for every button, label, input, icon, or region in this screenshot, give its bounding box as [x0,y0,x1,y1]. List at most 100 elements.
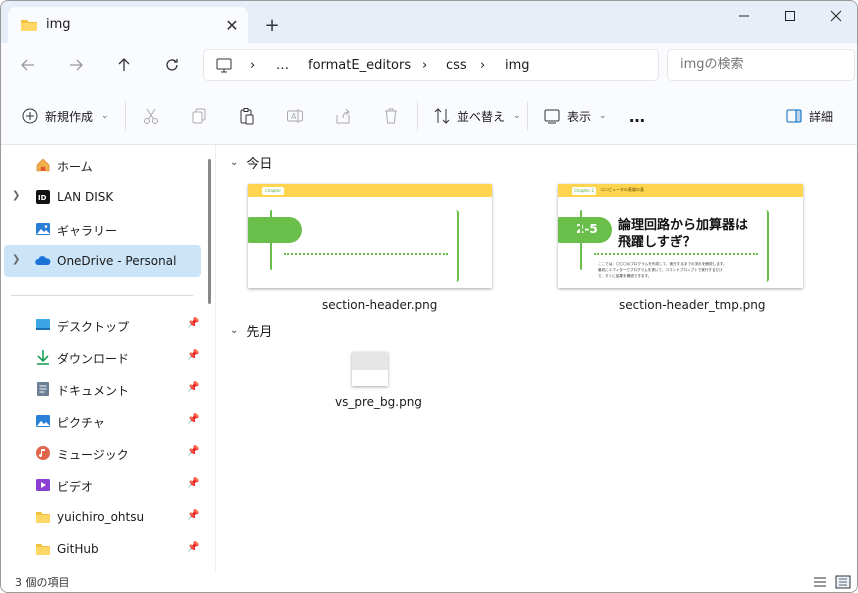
sidebar-item-github[interactable]: GitHub 📌 [4,533,201,565]
sidebar-item-documents[interactable]: ドキュメント 📌 [4,373,201,405]
more-options-button[interactable]: … [629,101,645,131]
sidebar-item-label: GitHub [57,542,99,556]
cut-button[interactable] [142,101,160,131]
pin-icon[interactable]: 📌 [187,446,199,457]
sidebar-item-videos[interactable]: ビデオ 📌 [4,469,201,501]
sidebar-item-label: デスクトップ [57,320,130,334]
share-button[interactable] [334,101,352,131]
breadcrumb-separator: › [250,58,256,73]
thumb-dotted-line [284,253,448,255]
thumb-number-pill [248,217,302,243]
sidebar-item-yuichiro-ohtsu[interactable]: yuichiro_ohtsu 📌 [4,501,201,533]
sidebar-item-gallery[interactable]: ギャラリー [4,213,201,245]
copy-icon [192,108,206,124]
onedrive-icon [35,256,51,265]
sidebar-item-music[interactable]: ミュージック 📌 [4,437,201,469]
sidebar-item-pictures[interactable]: ピクチャ 📌 [4,405,201,437]
sidebar-item-home[interactable]: ホーム [4,149,201,181]
explorer-window: img ✕ + › … formatE_editors › css › img … [0,0,858,593]
pin-icon[interactable]: 📌 [187,478,199,489]
thumb-body-line3: で、すぐに結果を確認できます。 [598,274,652,278]
search-box[interactable] [667,49,855,81]
copy-button[interactable] [190,101,208,131]
search-input[interactable] [680,57,840,72]
up-button[interactable] [109,51,139,79]
command-bar: 新規作成 ⌄ A 並べ替え ⌄ 表示 ⌄ … 詳細 [1,87,857,145]
breadcrumb-css[interactable]: css [446,58,467,73]
share-icon [336,108,350,124]
sidebar-item-downloads[interactable]: ダウンロード 📌 [4,341,201,373]
thumbnail-view-icon[interactable] [835,575,851,589]
sort-icon [434,108,450,124]
minimize-button[interactable] [721,1,767,31]
refresh-button[interactable] [157,51,187,79]
file-list: ⌄ 今日 Chapter section-header.png Chapter … [215,145,857,571]
sidebar-item-desktop[interactable]: デスクトップ 📌 [4,309,201,341]
chevron-right-icon[interactable]: ❯ [12,254,20,265]
thumb-chapter-sub: コンピュータの基礎の基 [600,187,644,192]
file-name: section-header.png [322,298,438,312]
thumb-left-bracket [580,210,584,270]
group-label: 先月 [246,325,273,340]
pin-icon[interactable]: 📌 [187,382,199,393]
pin-icon[interactable]: 📌 [187,318,199,329]
pin-icon[interactable]: 📌 [187,542,199,553]
thumb-heading-line2: 飛躍しすぎ？ [618,235,696,250]
pictures-icon [36,415,50,427]
thumb-right-bracket [763,210,769,282]
pin-icon[interactable]: 📌 [187,350,199,361]
sidebar-scrollbar[interactable] [208,159,211,304]
close-window-button[interactable] [813,1,857,31]
sidebar-item-label: ピクチャ [57,416,105,430]
tab-close-button[interactable]: ✕ [220,13,244,37]
tab-title: img [46,17,71,32]
chevron-down-icon: ⌄ [230,157,239,168]
thumb-body-line1: ここでは、〇〇〇のプログラムを作成して、実行するまでの流れを解説します。 [598,262,727,266]
download-icon [37,350,49,365]
breadcrumb-ellipsis[interactable]: … [276,58,289,73]
pin-icon[interactable]: 📌 [187,414,199,425]
document-icon [37,382,49,396]
forward-button[interactable] [61,51,91,79]
delete-button[interactable] [382,101,400,131]
breadcrumb-img[interactable]: img [505,58,530,73]
desktop-icon [36,319,50,330]
arrow-right-icon [70,59,83,71]
address-bar[interactable]: › … formatE_editors › css › img [203,49,659,81]
thumb-chapter-tag: Chapter [262,187,284,195]
thumb-left-bracket [270,210,274,270]
sidebar-item-lan-disk[interactable]: ❯ ID LAN DISK [4,181,201,213]
rename-button[interactable]: A [286,101,304,131]
thumb-top-band [248,184,492,197]
group-header-last-month[interactable]: ⌄ 先月 [230,321,272,340]
sidebar-item-onedrive[interactable]: ❯ OneDrive - Personal [4,245,201,277]
chevron-right-icon[interactable]: ❯ [12,190,20,201]
title-bar: img ✕ + [1,1,857,43]
back-button[interactable] [13,51,43,79]
thumbnail-section-header: Chapter [248,184,492,288]
trash-icon [385,108,397,124]
maximize-icon [785,11,795,21]
group-header-today[interactable]: ⌄ 今日 [230,153,272,172]
plus-circle-icon [22,108,38,124]
view-button[interactable]: 表示 ⌄ [543,101,607,131]
details-pane-button[interactable]: 詳細 [785,101,833,131]
sidebar-item-label: ビデオ [57,480,94,494]
toolbar-divider [417,101,418,131]
sort-button[interactable]: 並べ替え ⌄ [433,101,521,131]
close-icon [830,10,842,22]
breadcrumb-formatE-editors[interactable]: formatE_editors [308,58,411,73]
breadcrumb-separator: › [422,58,428,73]
details-view-icon[interactable] [813,576,827,588]
new-tab-button[interactable]: + [259,13,285,37]
pin-icon[interactable]: 📌 [187,510,199,521]
sidebar-item-label: ギャラリー [57,224,118,238]
paste-button[interactable] [238,101,256,131]
address-row: › … formatE_editors › css › img [1,43,857,87]
new-button[interactable]: 新規作成 ⌄ [21,101,109,131]
sort-label: 並べ替え [457,109,506,124]
maximize-button[interactable] [767,1,813,31]
thumb-chapter-tag: Chapter 2 [572,187,596,195]
clipboard-icon [240,108,254,125]
tab-img[interactable]: img ✕ [8,7,248,43]
